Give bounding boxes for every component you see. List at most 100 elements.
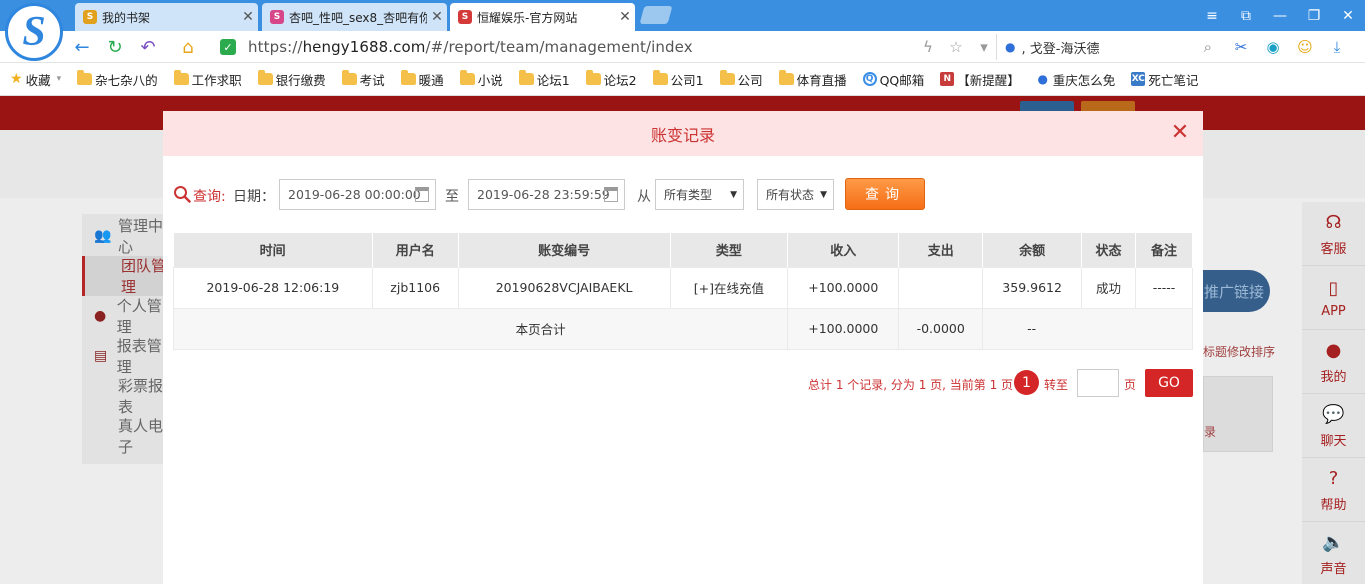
right-panel: 录 [1203,376,1273,452]
tab-bookshelf[interactable]: S 我的书架 ✕ [75,3,258,31]
close-window-icon[interactable]: ✕ [1331,0,1365,31]
folder-icon [518,70,534,85]
modal-header: 账变记录 ✕ [163,111,1203,156]
scissors-icon[interactable]: ✂ [1228,35,1254,59]
goto-page-input[interactable] [1077,369,1119,397]
bookmark-deathnote[interactable]: XC 死亡笔记 [1131,70,1198,89]
page-number-button[interactable]: 1 [1014,370,1039,395]
bookmark-news[interactable]: N 【新提醒】 [940,70,1020,89]
baidu-paw-icon: ● [1037,72,1049,86]
search-input[interactable]: ● , 戈登-海沃德 ⌕ [996,34,1218,60]
right-panel-link[interactable]: 录 [1204,423,1216,440]
go-button[interactable]: GO [1145,369,1193,397]
customer-service-button[interactable]: ☊ 客服 [1302,202,1365,266]
bookmark-folder[interactable]: 体育直播 [778,70,847,89]
table-header-row: 时间 用户名 账变编号 类型 收入 支出 余额 状态 备注 [173,233,1193,267]
emoji-icon[interactable]: ☺ [1292,35,1318,59]
bookmark-folder[interactable]: 工作求职 [173,70,242,89]
star-icon: ★ [10,71,23,87]
sidebar-item-personal[interactable]: ● 个人管理 [82,296,172,336]
bookmark-folder[interactable]: 考试 [341,70,385,89]
folder-icon [341,70,357,85]
folder-icon [459,70,475,85]
folder-icon [77,70,93,85]
column-header: 状态 [1081,233,1137,267]
sidebar-item-management[interactable]: 👥 管理中心 [82,216,172,256]
close-tab-icon[interactable]: ✕ [238,9,258,25]
my-account-button[interactable]: ● 我的 [1302,330,1365,394]
folder-icon [400,70,416,85]
sidebar-item-lottery-report[interactable]: 彩票报表 [82,376,172,416]
tab-forum[interactable]: S 杏吧_性吧_sex8_杏吧有你 ✕ [262,3,447,31]
toolbar-icons: ✂ ◉ ☺ ⤓ [1228,35,1350,59]
right-note: 标题修改排序 [1203,345,1276,359]
folder-icon [652,70,668,85]
bookmark-star-icon[interactable]: ☆ [946,35,966,59]
status-select[interactable]: 所有状态 ▼ [757,179,834,210]
bookmark-folder[interactable]: 银行缴费 [257,70,326,89]
home-icon[interactable]: ⌂ [176,35,200,59]
column-header: 类型 [670,233,789,267]
bookmark-folder[interactable]: 论坛1 [518,70,570,89]
bookmark-baidu[interactable]: ● 重庆怎么免 [1036,70,1116,89]
maximize-icon[interactable]: ❐ [1297,0,1331,31]
skin-icon[interactable]: ⧉ [1229,0,1263,31]
bookmark-folder[interactable]: 小说 [459,70,503,89]
modal-title: 账变记录 [650,125,715,145]
close-tab-icon[interactable]: ✕ [615,9,635,25]
bookmark-qq-mail[interactable]: Q QQ邮箱 [862,70,924,89]
start-date-input[interactable]: 2019-06-28 00:00:00 [279,179,436,210]
bookmark-folder[interactable]: 杂七杂八的 [77,70,158,89]
hengyao-favicon-icon: S [458,10,472,24]
lightning-icon[interactable]: ϟ [918,35,938,59]
new-tab-button[interactable] [639,6,673,24]
sound-button[interactable]: 🔈 声音 [1302,522,1365,584]
screenshot-icon[interactable]: ◉ [1260,35,1286,59]
download-icon[interactable]: ⤓ [1324,35,1350,59]
cell-username: zjb1106 [371,266,459,309]
from-label: 从 [637,189,651,205]
transaction-records-modal: 账变记录 ✕ 查询: 日期： 2019-06-28 00:00:00 至 201… [163,111,1203,584]
sidebar-item-live-report[interactable]: 真人电子 [82,416,172,456]
url-field[interactable]: ✓ https://hengy1688.com/#/report/team/ma… [212,34,990,60]
bookmark-folder[interactable]: 公司 [719,70,763,89]
cell-note: ----- [1135,266,1193,309]
query-button[interactable]: 查询 [845,178,925,210]
help-button[interactable]: ? 帮助 [1302,458,1365,522]
menu-icon[interactable]: ≡ [1195,0,1229,31]
dropdown-icon[interactable]: ▾ [974,35,994,59]
news-icon: N [940,72,955,86]
search-icon[interactable]: ⌕ [1204,38,1212,56]
type-select[interactable]: 所有类型 ▼ [655,179,744,210]
chat-button[interactable]: 💬 聊天 [1302,394,1365,458]
back-icon[interactable]: ← [70,35,94,59]
end-date-input[interactable]: 2019-06-28 23:59:59 [468,179,625,210]
phone-icon: ▯ [1328,277,1339,299]
cell-income: +100.0000 [787,266,900,309]
column-header: 用户名 [372,233,459,267]
bookmark-favorites[interactable]: ★ 收藏 ▾ [10,70,61,89]
app-button[interactable]: ▯ APP [1302,266,1365,330]
reload-icon[interactable]: ↻ [103,35,127,59]
start-date-value: 2019-06-28 00:00:00 [288,187,421,202]
bookmark-folder[interactable]: 论坛2 [585,70,637,89]
column-header: 余额 [982,233,1083,267]
tab-hengyao[interactable]: S 恒耀娱乐-官方网站 ✕ [450,3,635,31]
report-icon: ▤ [94,348,108,364]
bookmark-folder[interactable]: 公司1 [652,70,704,89]
window-controls: ≡ ⧉ — ❐ ✕ [1195,0,1365,31]
close-tab-icon[interactable]: ✕ [427,9,447,25]
to-label: 至 [445,189,459,205]
column-header: 收入 [787,233,900,267]
close-icon[interactable]: ✕ [1169,122,1191,144]
sidebar-item-team[interactable]: 团队管理 [82,256,172,296]
sidebar-item-reports[interactable]: ▤ 报表管理 [82,336,172,376]
cell-expense [898,266,984,309]
bookmark-folder[interactable]: 暖通 [400,70,444,89]
type-select-value: 所有类型 [664,188,713,202]
user-icon: ● [94,308,107,324]
column-header: 支出 [898,233,984,267]
undo-icon[interactable]: ↶ [136,35,160,59]
cell-type: [+]在线充值 [669,266,789,309]
minimize-icon[interactable]: — [1263,0,1297,31]
